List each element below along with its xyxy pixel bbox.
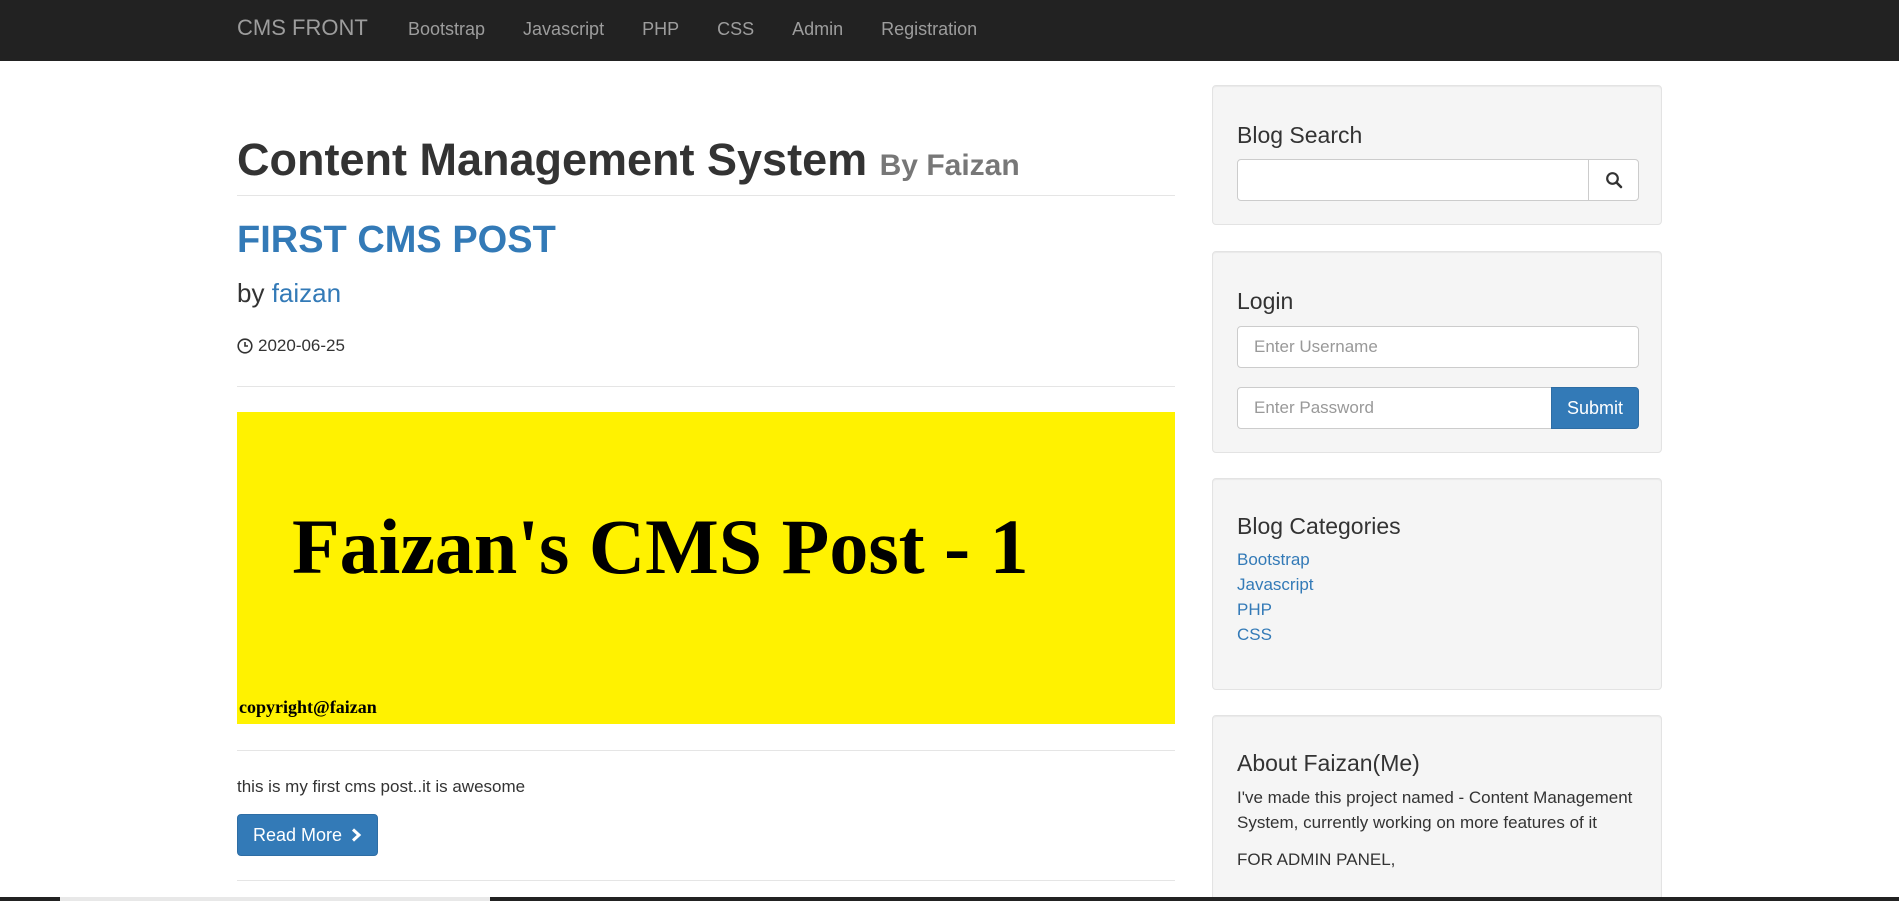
post-date-text: 2020-06-25 — [258, 336, 345, 355]
category-link-php[interactable]: PHP — [1237, 597, 1314, 622]
page-title-text: Content Management System — [237, 134, 868, 185]
post-divider — [237, 880, 1175, 881]
read-more-label: Read More — [252, 824, 343, 845]
top-navbar: CMS FRONT Bootstrap Javascript PHP CSS A… — [0, 0, 1899, 61]
about-paragraph: I've made this project named - Content M… — [1237, 788, 1633, 832]
post-date: 2020-06-25 — [237, 335, 345, 357]
about-text: I've made this project named - Content M… — [1237, 785, 1637, 884]
byline-label: by — [237, 278, 265, 308]
categories-heading: Blog Categories — [1237, 513, 1401, 539]
category-list: Bootstrap Javascript PHP CSS — [1237, 547, 1314, 647]
page-subtitle: By Faizan — [879, 149, 1020, 182]
author-link[interactable]: faizan — [272, 278, 341, 308]
nav-link-css[interactable]: CSS — [717, 18, 754, 40]
post-image-title: Faizan's CMS Post - 1 — [292, 503, 1029, 590]
category-link-javascript[interactable]: Javascript — [1237, 572, 1314, 597]
clock-icon — [237, 338, 253, 354]
nav-link-admin[interactable]: Admin — [792, 18, 843, 40]
submit-button[interactable]: Submit — [1551, 387, 1639, 429]
category-link-bootstrap[interactable]: Bootstrap — [1237, 547, 1314, 572]
about-heading: About Faizan(Me) — [1237, 750, 1420, 776]
post-image: Faizan's CMS Post - 1 copyright@faizan — [237, 412, 1175, 724]
password-field[interactable] — [1237, 387, 1552, 429]
about-panel: About Faizan(Me) I've made this project … — [1212, 715, 1662, 901]
username-field[interactable] — [1237, 326, 1639, 368]
date-divider — [237, 386, 1175, 387]
nav-link-registration[interactable]: Registration — [881, 18, 977, 40]
chevron-right-icon — [352, 828, 362, 842]
nav-link-php[interactable]: PHP — [642, 18, 679, 40]
post-excerpt: this is my first cms post..it is awesome — [237, 777, 526, 796]
nav-link-bootstrap[interactable]: Bootstrap — [408, 18, 485, 40]
title-divider — [237, 195, 1175, 196]
category-link-css[interactable]: CSS — [1237, 622, 1314, 647]
login-panel: Login Submit — [1212, 251, 1662, 453]
post-image-copyright: copyright@faizan — [239, 697, 377, 717]
nav-link-javascript[interactable]: Javascript — [523, 18, 604, 40]
brand-link[interactable]: CMS FRONT — [237, 15, 368, 41]
search-input[interactable] — [1237, 159, 1589, 201]
nav-links: Bootstrap Javascript PHP CSS Admin Regis… — [408, 18, 977, 40]
search-icon — [1605, 172, 1622, 189]
search-panel: Blog Search — [1212, 85, 1662, 225]
about-admin-note: FOR ADMIN PANEL, — [1237, 850, 1396, 869]
bottom-scrollbar-thumb[interactable] — [60, 897, 490, 901]
read-more-button[interactable]: Read More — [237, 814, 378, 856]
login-heading: Login — [1237, 288, 1294, 314]
page-title: Content Management System By Faizan — [237, 134, 1020, 192]
post-byline: by faizan — [237, 277, 341, 309]
search-button[interactable] — [1588, 159, 1639, 201]
post-title-link[interactable]: FIRST CMS POST — [237, 217, 556, 263]
image-divider — [237, 750, 1175, 751]
categories-panel: Blog Categories Bootstrap Javascript PHP… — [1212, 478, 1662, 690]
search-heading: Blog Search — [1237, 122, 1363, 148]
